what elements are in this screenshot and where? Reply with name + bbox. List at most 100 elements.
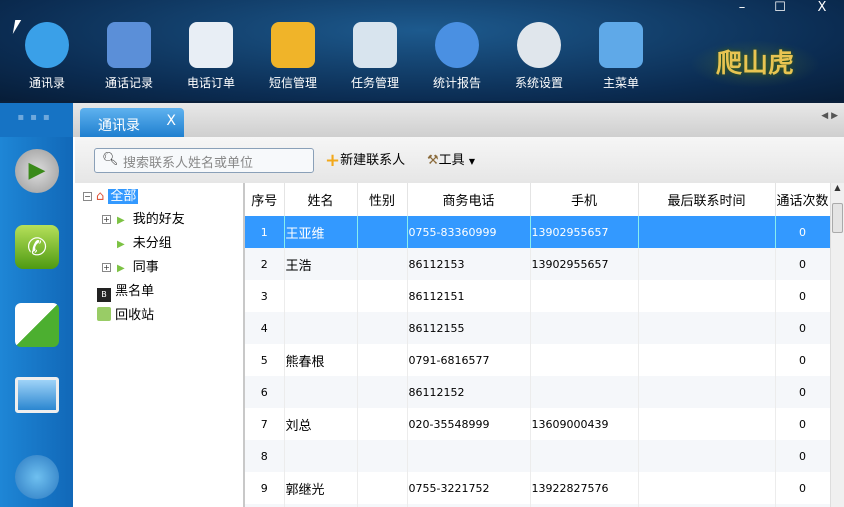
email-globe-icon[interactable] bbox=[15, 303, 59, 347]
column-header[interactable]: 序号 bbox=[245, 183, 285, 216]
table-cell: 8 bbox=[245, 440, 285, 472]
column-header[interactable]: 手机 bbox=[530, 183, 639, 216]
column-header[interactable]: 姓名 bbox=[284, 183, 358, 216]
table-cell: 13902955657 bbox=[530, 216, 639, 248]
table-cell bbox=[638, 408, 776, 440]
column-header[interactable]: 性别 bbox=[357, 183, 408, 216]
table-row[interactable]: 9 郭继光 0755-3221752 13922827576 0 bbox=[245, 472, 831, 504]
table-cell: 3 bbox=[245, 280, 285, 312]
table-row[interactable]: 6 86112152 0 bbox=[245, 376, 831, 408]
tree-node-friends[interactable]: + ▶ 我的好友 bbox=[102, 210, 185, 230]
scroll-thumb[interactable] bbox=[832, 203, 843, 233]
phone-icon[interactable]: ✆ bbox=[15, 225, 59, 269]
table-cell bbox=[530, 280, 639, 312]
table-cell: 0755-3221752 bbox=[407, 472, 531, 504]
tab-close-icon[interactable]: X bbox=[166, 113, 176, 129]
hammer-icon: ⚒ bbox=[427, 153, 439, 168]
toolbar-pie-chart-button[interactable]: 统计报告 bbox=[422, 22, 492, 91]
table-cell: 86112153 bbox=[407, 248, 531, 280]
table-cell bbox=[357, 344, 408, 376]
table-row[interactable]: 5 熊春根 0791-6816577 0 bbox=[245, 344, 831, 376]
table-cell bbox=[357, 312, 408, 344]
search-globe-icon[interactable] bbox=[15, 455, 59, 499]
table-row[interactable]: 1 王亚维 0755-83360999 13902955657 0 bbox=[245, 216, 831, 248]
phone-order-icon bbox=[189, 22, 233, 68]
group-tree: − ⌂ 全部 + ▶ 我的好友 ▶ 未分组 + ▶ 同事 B 黑名单 回收站 bbox=[75, 183, 245, 507]
call-log-icon bbox=[107, 22, 151, 68]
table-row[interactable]: 80 bbox=[245, 440, 831, 472]
new-contact-label: 新建联系人 bbox=[340, 153, 406, 168]
tab-scroll-arrows[interactable]: ◀ ▶ bbox=[821, 111, 838, 121]
table-cell bbox=[638, 312, 776, 344]
blacklist-icon: B bbox=[97, 288, 111, 302]
table-cell bbox=[284, 312, 358, 344]
table-row[interactable]: 4 86112155 0 bbox=[245, 312, 831, 344]
tree-label: 同事 bbox=[132, 260, 159, 275]
toolbar-phone-order-button[interactable]: 电话订单 bbox=[176, 22, 246, 91]
table-row[interactable]: 7 刘总 020-35548999 13609000439 0 bbox=[245, 408, 831, 440]
tree-node-all[interactable]: − ⌂ 全部 bbox=[83, 187, 139, 207]
toolbar-task-button[interactable]: 任务管理 bbox=[340, 22, 410, 91]
pie-chart-icon bbox=[435, 22, 479, 68]
table-cell: 13922827576 bbox=[530, 472, 639, 504]
table-cell bbox=[638, 280, 776, 312]
table-cell bbox=[530, 376, 639, 408]
tree-node-recycle[interactable]: 回收站 bbox=[97, 306, 154, 326]
monitor-phone-icon[interactable] bbox=[15, 377, 59, 413]
toolbar-label: 通话记录 bbox=[104, 76, 153, 90]
vertical-scrollbar[interactable]: ▲ bbox=[830, 183, 844, 507]
table-cell bbox=[530, 440, 639, 472]
tab-contacts[interactable]: 通讯录 X bbox=[80, 108, 184, 137]
new-contact-button[interactable]: +新建联系人 bbox=[325, 149, 405, 171]
toolbar-label: 系统设置 bbox=[514, 76, 563, 90]
table-cell: 13609000439 bbox=[530, 408, 639, 440]
table-cell: 0791-6816577 bbox=[407, 344, 531, 376]
tree-node-blacklist[interactable]: B 黑名单 bbox=[97, 282, 154, 302]
close-button[interactable]: X bbox=[812, 0, 832, 15]
top-toolbar: 通讯录 通话记录 电话订单 短信管理 任务管理 统计报告 系统设置 主菜单 – ☐ X 爬山虎 bbox=[0, 0, 844, 103]
tree-node-colleagues[interactable]: + ▶ 同事 bbox=[102, 258, 159, 278]
contacts-toolbar: 🔍︎ 搜索联系人姓名或单位 +新建联系人 ⚒工具 ▼ bbox=[75, 137, 844, 183]
column-header[interactable]: 商务电话 bbox=[407, 183, 531, 216]
toolbar-label: 短信管理 bbox=[268, 76, 317, 90]
table-cell: 0 bbox=[775, 472, 831, 504]
table-cell: 0 bbox=[775, 280, 831, 312]
tree-node-ungrouped[interactable]: ▶ 未分组 bbox=[115, 234, 172, 254]
toolbar-call-log-button[interactable]: 通话记录 bbox=[94, 22, 164, 91]
table-cell: 9 bbox=[245, 472, 285, 504]
toolbar-contacts-button[interactable]: 通讯录 bbox=[12, 22, 82, 91]
play-icon[interactable]: ▶ bbox=[15, 149, 59, 193]
table-cell: 1 bbox=[245, 216, 285, 248]
column-header[interactable]: 最后联系时间 bbox=[638, 183, 776, 216]
tree-label: 回收站 bbox=[115, 308, 155, 323]
tab-bar: ▪▪▪ 通讯录 X ◀ ▶ bbox=[0, 103, 844, 137]
home-icon: ⌂ bbox=[96, 189, 105, 204]
table-cell bbox=[638, 344, 776, 376]
chevron-down-icon: ▼ bbox=[468, 157, 475, 166]
expand-icon[interactable]: + bbox=[102, 263, 111, 272]
search-input[interactable]: 🔍︎ 搜索联系人姓名或单位 bbox=[94, 148, 314, 173]
grip-handle[interactable]: ▪▪▪ bbox=[0, 103, 73, 137]
search-placeholder: 搜索联系人姓名或单位 bbox=[123, 156, 254, 171]
scroll-up-icon[interactable]: ▲ bbox=[831, 183, 844, 192]
tools-button[interactable]: ⚒工具 ▼ bbox=[427, 149, 475, 168]
toolbar-label: 电话订单 bbox=[186, 76, 235, 90]
minimize-button[interactable]: – bbox=[732, 0, 752, 15]
table-cell bbox=[407, 440, 531, 472]
table-cell bbox=[284, 280, 358, 312]
table-row[interactable]: 3 86112151 0 bbox=[245, 280, 831, 312]
table-cell bbox=[284, 440, 358, 472]
collapse-icon[interactable]: − bbox=[83, 192, 92, 201]
column-header[interactable]: 通话次数 bbox=[775, 183, 831, 216]
maximize-button[interactable]: ☐ bbox=[770, 0, 790, 15]
sms-icon bbox=[271, 22, 315, 68]
table-cell: 王亚维 bbox=[284, 216, 358, 248]
toolbar-gear-button[interactable]: 系统设置 bbox=[504, 22, 574, 91]
toolbar-sms-button[interactable]: 短信管理 bbox=[258, 22, 328, 91]
table-cell bbox=[638, 376, 776, 408]
table-row[interactable]: 2 王浩 86112153 13902955657 0 bbox=[245, 248, 831, 280]
expand-icon[interactable]: + bbox=[102, 215, 111, 224]
toolbar-home-button[interactable]: 主菜单 bbox=[586, 22, 656, 91]
toolbar-label: 通讯录 bbox=[28, 76, 65, 90]
table-cell: 王浩 bbox=[284, 248, 358, 280]
